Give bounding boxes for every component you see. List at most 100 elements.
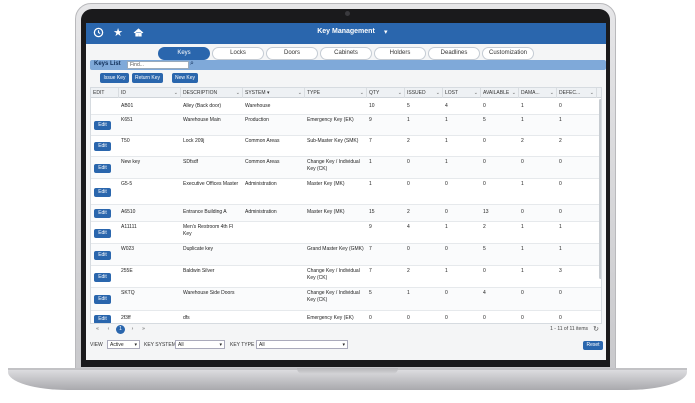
tab-customization[interactable]: Customization xyxy=(482,47,534,60)
cell-issued: 1 xyxy=(407,117,410,123)
edit-button[interactable]: Edit xyxy=(94,164,111,173)
chevron-down-icon[interactable]: ⌄ xyxy=(590,88,594,98)
key-system-select[interactable]: All ▾ xyxy=(175,340,225,349)
table-row[interactable]: Edit 255E Baldwin Silver Change Key / Indiv… xyxy=(91,266,601,288)
cell-qty: 10 xyxy=(369,103,375,109)
chevron-down-icon[interactable]: ⌄ xyxy=(360,88,364,98)
edit-button[interactable]: Edit xyxy=(94,273,111,282)
cell-id: A11111 xyxy=(121,224,137,230)
cell-qty: 0 xyxy=(369,315,372,321)
chevron-down-icon[interactable]: ⌄ xyxy=(236,88,240,98)
cell-qty: 7 xyxy=(369,138,372,144)
chevron-down-icon[interactable]: ⌄ xyxy=(398,88,402,98)
col-lost[interactable]: LOST ⌄ xyxy=(443,88,481,98)
table-row[interactable]: Edit SKTQ Warehouse Side Doors Change Key /… xyxy=(91,288,601,311)
cell-system: Common Areas xyxy=(245,159,280,165)
edit-button[interactable]: Edit xyxy=(94,295,111,304)
new-key-button[interactable]: New Key xyxy=(172,73,198,83)
search-input[interactable]: Find... xyxy=(127,61,189,69)
cell-defective: 0 xyxy=(559,159,562,165)
cell-system: Production xyxy=(245,117,269,123)
chevron-down-icon[interactable]: ⌄ xyxy=(436,88,440,98)
col-description[interactable]: DESCRIPTION ⌄ xyxy=(181,88,243,98)
tab-cabinets[interactable]: Cabinets xyxy=(320,47,372,60)
refresh-icon[interactable]: ↻ xyxy=(593,325,599,333)
key-type-select[interactable]: All ▾ xyxy=(256,340,348,349)
return-key-button[interactable]: Return Key xyxy=(132,73,163,83)
edit-button[interactable]: Edit xyxy=(94,121,111,130)
col-qty-label: QTY xyxy=(369,90,380,96)
next-page-button[interactable]: › xyxy=(128,325,137,334)
search-icon[interactable]: ⌕ xyxy=(190,60,194,68)
cell-issued: 2 xyxy=(407,268,410,274)
cell-desc: Baldwin Silver xyxy=(183,268,215,274)
edit-button[interactable]: Edit xyxy=(94,251,111,260)
tab-holders[interactable]: Holders xyxy=(374,47,426,60)
edit-button[interactable]: Edit xyxy=(94,142,111,151)
first-page-button[interactable]: « xyxy=(93,325,102,334)
table-row[interactable]: Edit 2f3ff dfs Emergency Key (EK) 0 0 0 0 0 0 xyxy=(91,311,601,323)
tab-locks[interactable]: Locks xyxy=(212,47,264,60)
table-scrollbar[interactable] xyxy=(599,99,601,279)
table-row[interactable]: Edit G5-5 Executive Offices Master Administ… xyxy=(91,179,601,205)
cell-available: 2 xyxy=(483,224,486,230)
cell-type: Change Key / Individual Key (CK) xyxy=(307,268,360,281)
col-damaged[interactable]: DAMA... ⌄ xyxy=(519,88,557,98)
edit-button[interactable]: Edit xyxy=(94,229,111,238)
cell-available: 0 xyxy=(483,138,486,144)
table-row[interactable]: Edit A11111 Men's Restroom 4th Fl Key 9 4 1 2 1… xyxy=(91,222,601,244)
tab-deadlines[interactable]: Deadlines xyxy=(428,47,480,60)
cell-desc: Men's Restroom 4th Fl Key xyxy=(183,224,234,237)
chevron-down-icon[interactable]: ⌄ xyxy=(512,88,516,98)
edit-button[interactable]: Edit xyxy=(94,315,111,323)
cell-id: W023 xyxy=(121,246,135,252)
edit-button[interactable]: Edit xyxy=(94,209,111,218)
cell-type: Emergency Key (EK) xyxy=(307,315,354,321)
edit-button[interactable]: Edit xyxy=(94,188,111,197)
issue-key-button[interactable]: Issue Key xyxy=(100,73,129,83)
cell-lost: 1 xyxy=(445,138,448,144)
cell-lost: 1 xyxy=(445,268,448,274)
table-row[interactable]: Edit New key SDfsdf Common Areas Change Key … xyxy=(91,157,601,179)
view-select[interactable]: Active ▾ xyxy=(107,340,140,349)
chevron-down-icon[interactable]: ⌄ xyxy=(474,88,478,98)
table-row[interactable]: AB01 Alley (Back door) Warehouse 10 5 4 0 1 0 xyxy=(91,99,601,115)
reset-button[interactable]: Reset xyxy=(583,341,603,350)
cell-qty: 9 xyxy=(369,224,372,230)
chevron-down-icon[interactable]: ⌄ xyxy=(550,88,554,98)
cell-available: 0 xyxy=(483,159,486,165)
prev-page-button[interactable]: ‹ xyxy=(104,325,113,334)
col-id[interactable]: ID ⌄ xyxy=(119,88,181,98)
chevron-down-icon[interactable]: ⌄ xyxy=(174,88,178,98)
app-screen: ★ Key Management ▾ Keys Locks Doors Cabi… xyxy=(86,23,606,360)
col-system[interactable]: SYSTEM ▾ ⌄ xyxy=(243,88,305,98)
table-row[interactable]: Edit A6510 Entrance Building A Administrati… xyxy=(91,205,601,222)
cell-desc: Warehouse Main xyxy=(183,117,221,123)
cell-desc: Duplicate key xyxy=(183,246,214,252)
cell-id: SKTQ xyxy=(121,290,135,296)
last-page-button[interactable]: » xyxy=(139,325,148,334)
tab-doors[interactable]: Doors xyxy=(266,47,318,60)
col-available[interactable]: AVAILABLE ⌄ xyxy=(481,88,519,98)
title-dropdown-icon[interactable]: ▾ xyxy=(384,28,388,36)
cell-damaged: 2 xyxy=(521,138,524,144)
table-row[interactable]: Edit W023 Duplicate key Grand Master Key (G… xyxy=(91,244,601,266)
home-icon[interactable] xyxy=(132,27,144,39)
tab-keys[interactable]: Keys xyxy=(158,47,210,60)
chevron-down-icon[interactable]: ⌄ xyxy=(298,88,302,98)
col-qty[interactable]: QTY ⌄ xyxy=(367,88,405,98)
table-row[interactable]: Edit K651 Warehouse Main Production Emergenc… xyxy=(91,115,601,136)
camera-icon xyxy=(345,11,350,16)
table-row[interactable]: Edit T50 Lock 209j Common Areas Sub-Master K… xyxy=(91,136,601,157)
clock-icon[interactable] xyxy=(92,27,104,39)
cell-damaged: 0 xyxy=(521,315,524,321)
col-defective[interactable]: DEFEC... ⌄ xyxy=(557,88,597,98)
star-icon[interactable]: ★ xyxy=(112,27,124,39)
cell-issued: 0 xyxy=(407,159,410,165)
cell-defective: 0 xyxy=(559,209,562,215)
col-type-label: TYPE xyxy=(307,90,321,96)
page-1-button[interactable]: 1 xyxy=(116,325,125,334)
col-issued[interactable]: ISSUED ⌄ xyxy=(405,88,443,98)
col-type[interactable]: TYPE ⌄ xyxy=(305,88,367,98)
keys-list-toolbar: Keys List Find... ⌕ xyxy=(90,60,606,70)
